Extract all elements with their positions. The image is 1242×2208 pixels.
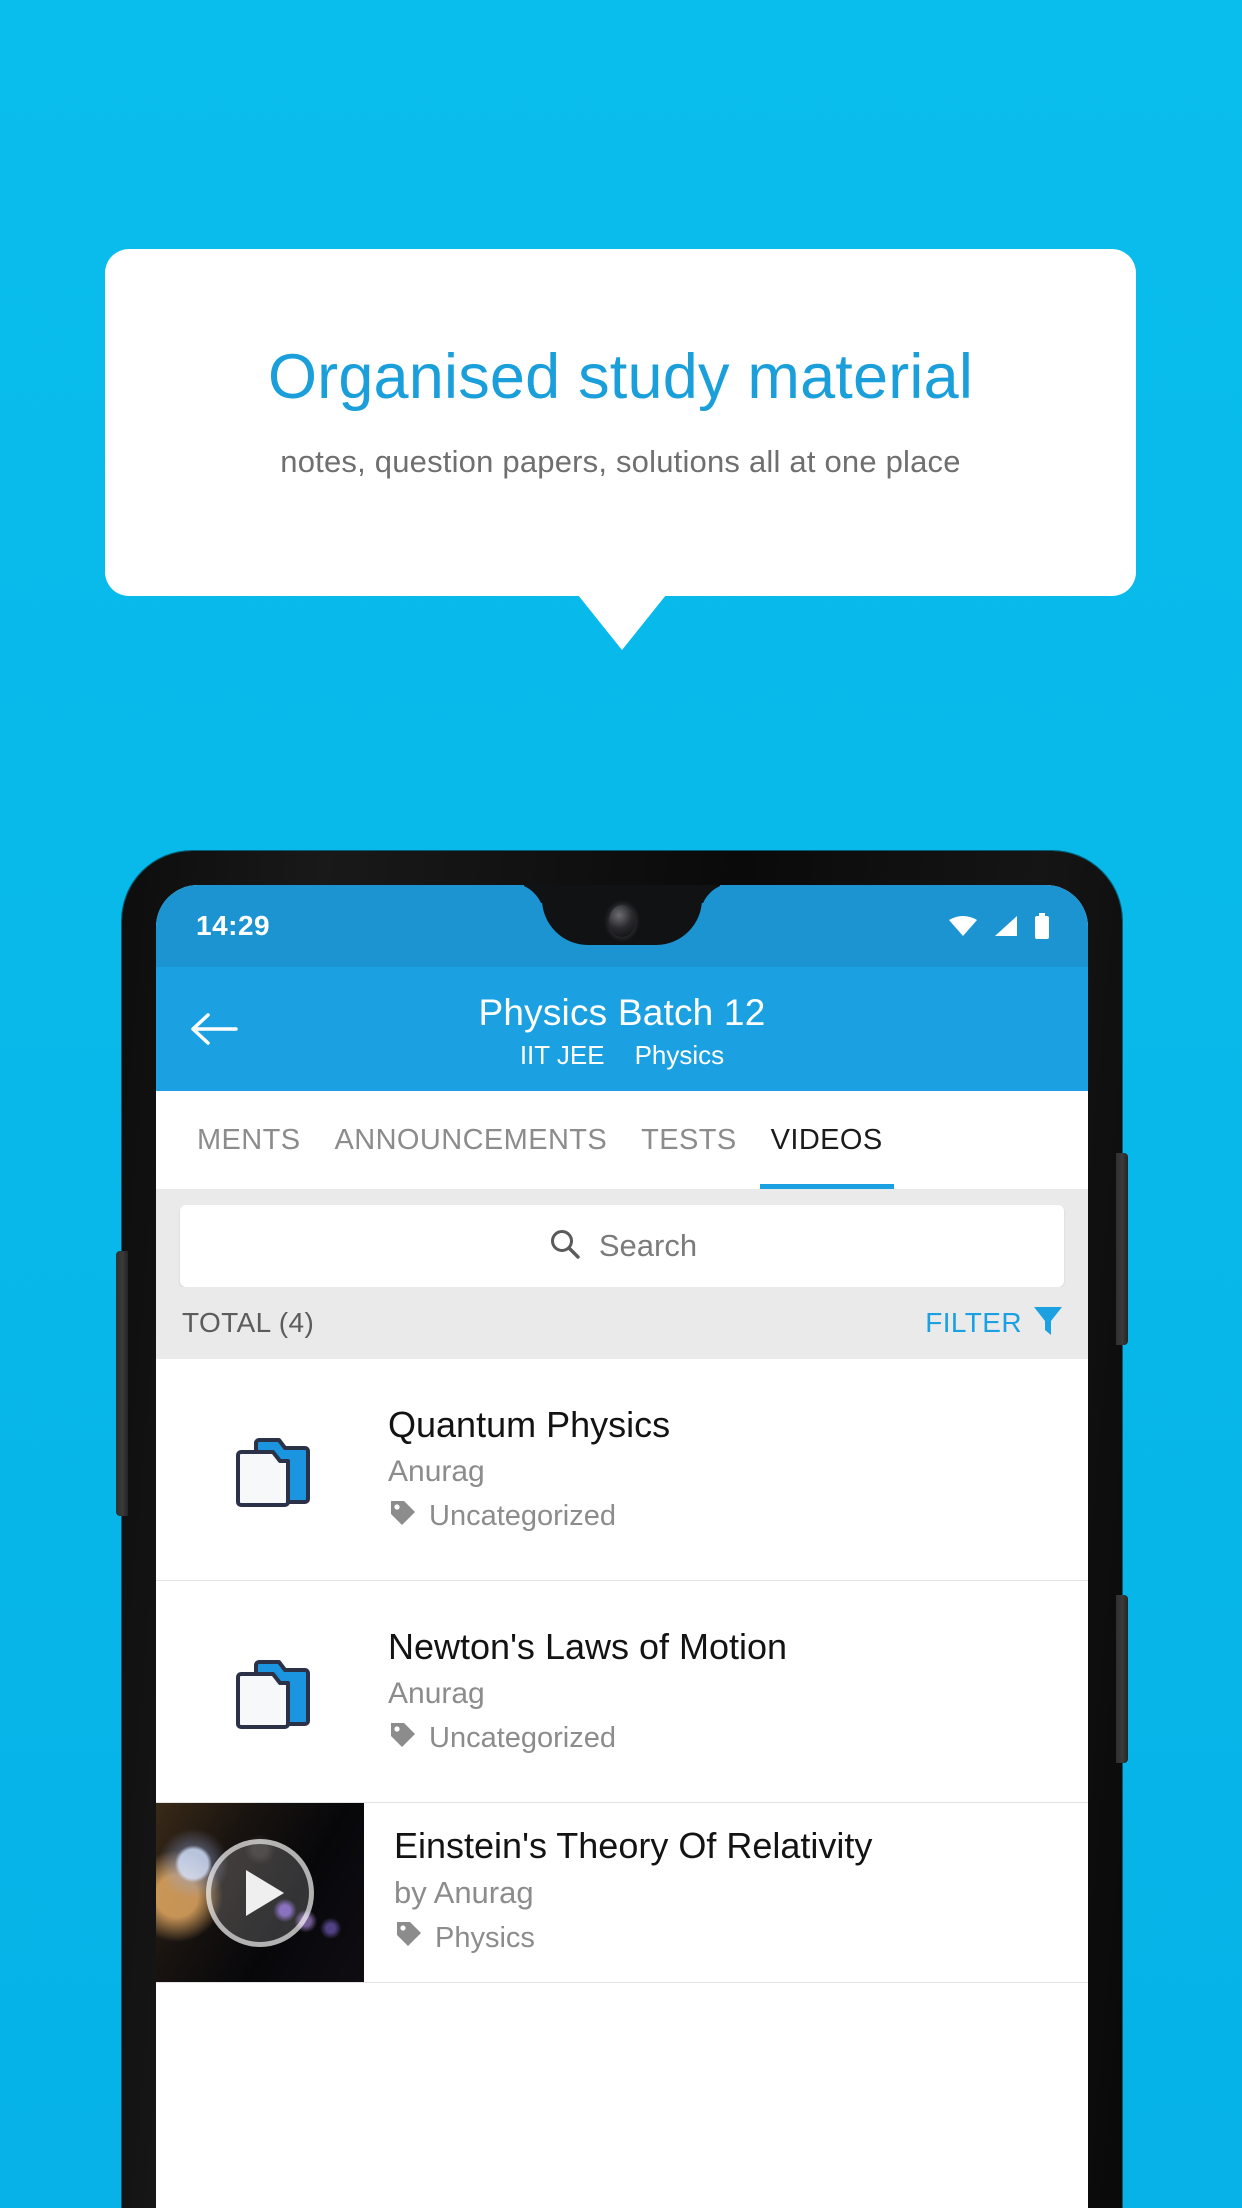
list-item[interactable]: Newton's Laws of Motion Anurag Uncategor… (156, 1581, 1088, 1803)
search-input[interactable]: Search (180, 1205, 1064, 1287)
signal-icon (993, 914, 1019, 938)
tag-icon (388, 1498, 418, 1536)
filter-label: FILTER (925, 1307, 1022, 1338)
promo-bubble: Organised study material notes, question… (105, 249, 1136, 596)
list-item-tag: Uncategorized (388, 1720, 1068, 1758)
tab-label: ANNOUNCEMENTS (334, 1123, 608, 1156)
folder-document-icon (156, 1652, 388, 1732)
list-item-author: Anurag (388, 1454, 485, 1488)
list-item[interactable]: Quantum Physics Anurag Uncategorized (156, 1359, 1088, 1581)
promo-title: Organised study material (267, 342, 974, 412)
content-list: Quantum Physics Anurag Uncategorized New… (156, 1359, 1088, 1983)
folder-document-icon (156, 1430, 388, 1510)
wifi-icon (948, 914, 978, 938)
battery-icon (1034, 913, 1050, 939)
volume-button-left[interactable] (116, 1251, 128, 1516)
list-item-title: Newton's Laws of Motion (388, 1625, 788, 1667)
tag-icon (388, 1720, 418, 1758)
list-item-text: Quantum Physics Anurag Uncategorized (388, 1404, 1088, 1536)
search-placeholder: Search (598, 1228, 698, 1263)
filter-button[interactable]: FILTER (925, 1304, 1064, 1343)
app-bar-texts: Physics Batch 12 IIT JEE Physics (156, 988, 1088, 1071)
list-item-tag: Uncategorized (388, 1498, 1068, 1536)
list-item-title: Einstein's Theory Of Relativity (394, 1825, 873, 1866)
list-item-tag-label: Uncategorized (429, 1722, 616, 1754)
tab-bar: MENTS ANNOUNCEMENTS TESTS VIDEOS (156, 1091, 1088, 1189)
play-triangle (246, 1869, 284, 1916)
play-icon[interactable] (206, 1838, 314, 1947)
search-zone: Search (156, 1189, 1088, 1287)
app-bar: Physics Batch 12 IIT JEE Physics (156, 967, 1088, 1091)
list-item[interactable]: Einstein's Theory Of Relativity by Anura… (156, 1803, 1088, 1983)
list-item-text: Newton's Laws of Motion Anurag Uncategor… (388, 1626, 1088, 1758)
list-item-author: Anurag (388, 1676, 485, 1710)
video-thumbnail[interactable] (156, 1803, 364, 1982)
list-item-title: Quantum Physics (388, 1403, 671, 1445)
list-item-author: by Anurag (394, 1875, 534, 1910)
list-item-tag-label: Uncategorized (429, 1500, 616, 1532)
tab-label: MENTS (197, 1123, 301, 1156)
promo-bubble-tail (578, 595, 666, 650)
tab-ments[interactable]: MENTS (180, 1091, 318, 1189)
total-count-label: TOTAL (4) (182, 1307, 315, 1338)
tab-announcements[interactable]: ANNOUNCEMENTS (318, 1091, 625, 1189)
power-button-right[interactable] (1116, 1153, 1128, 1345)
phone-mockup: 14:29 Physics Batch 12 IIT JEE Physics M… (116, 851, 1128, 2208)
breadcrumb-subject: Physics (634, 1039, 725, 1070)
tag-icon (394, 1919, 424, 1957)
list-item-text: Einstein's Theory Of Relativity by Anura… (364, 1803, 1088, 1982)
page-title: Physics Batch 12 (478, 991, 766, 1033)
status-icons (948, 913, 1050, 939)
tab-tests[interactable]: TESTS (624, 1091, 753, 1189)
tab-videos[interactable]: VIDEOS (754, 1091, 900, 1189)
toolbar-row: TOTAL (4) FILTER (156, 1287, 1088, 1359)
list-item-tag-label: Physics (435, 1921, 535, 1954)
breadcrumb-exam: IIT JEE (519, 1039, 605, 1070)
search-icon (547, 1226, 583, 1267)
status-bar: 14:29 (156, 885, 1088, 967)
back-arrow-icon[interactable] (182, 998, 244, 1060)
breadcrumb: IIT JEE Physics (156, 1040, 1088, 1071)
front-camera-icon (609, 905, 635, 937)
tab-label: VIDEOS (770, 1123, 883, 1156)
list-item-tag: Physics (394, 1919, 1070, 1957)
phone-screen: 14:29 Physics Batch 12 IIT JEE Physics M… (156, 885, 1088, 2208)
status-time: 14:29 (196, 910, 271, 941)
filter-funnel-icon (1032, 1304, 1064, 1343)
promo-subtitle: notes, question papers, solutions all at… (280, 444, 961, 479)
volume-button-right[interactable] (1116, 1595, 1128, 1763)
tab-label: TESTS (641, 1123, 737, 1156)
